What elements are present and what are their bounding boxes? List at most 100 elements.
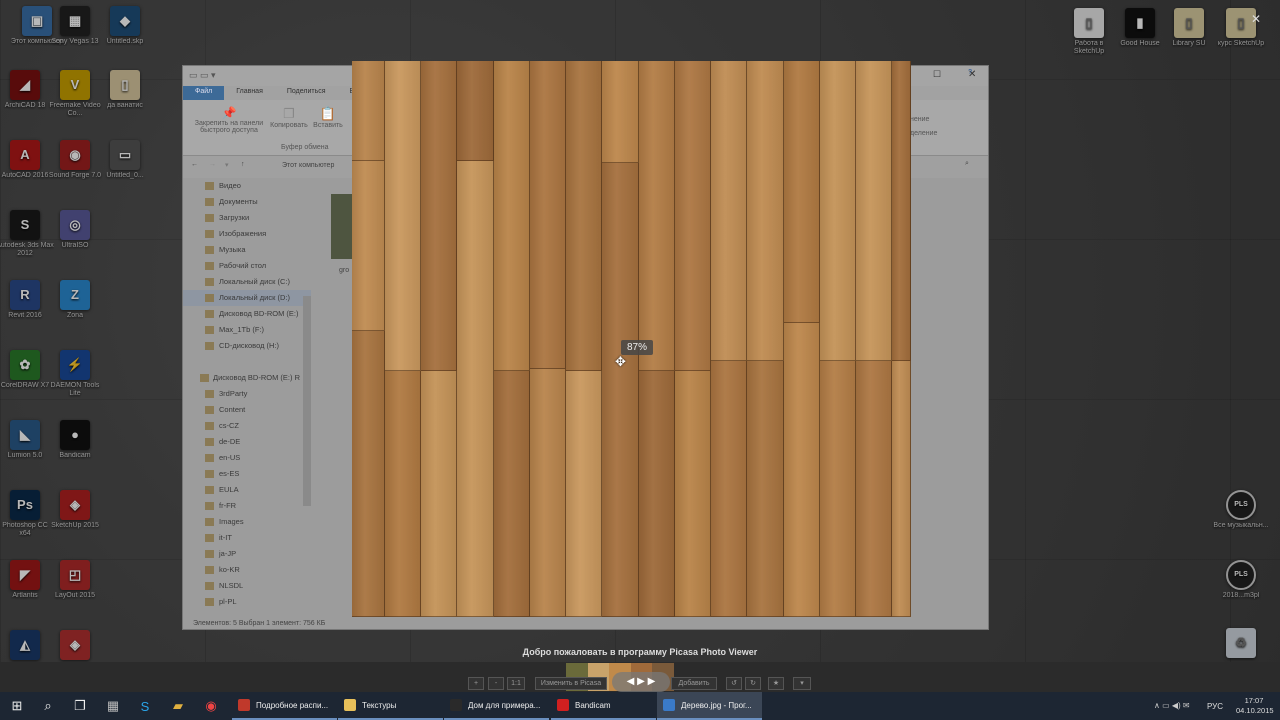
nav-item[interactable]: NLSDL (183, 578, 311, 594)
up-icon[interactable]: ↑ (241, 161, 245, 168)
ribbon-right-label-1: нение (910, 116, 930, 123)
folder-icon (205, 454, 214, 462)
nav-item-label: Images (219, 517, 244, 526)
nav-item[interactable]: fr-FR (183, 498, 311, 514)
nav-item[interactable] (183, 354, 311, 370)
app-icon (663, 699, 675, 711)
clock[interactable]: 17:07 04.10.2015 (1236, 696, 1274, 716)
rotate-right-button[interactable]: ↻ (745, 677, 761, 690)
nav-item[interactable]: Документы (183, 194, 311, 210)
more-options-button[interactable]: ▾ (793, 677, 811, 690)
skype-icon[interactable]: S (130, 692, 160, 720)
nav-item-label: ja-JP (219, 549, 237, 558)
tab-file[interactable]: Файл (183, 86, 225, 100)
maximize-icon[interactable]: ☐ (933, 69, 941, 80)
taskbar-app[interactable]: Дерево.jpg - Прог... (657, 692, 762, 720)
nav-item[interactable]: Дисковод BD-ROM (E:) (183, 306, 311, 322)
search-icon[interactable]: ⌕ (965, 160, 969, 168)
nav-item[interactable]: pl-PL (183, 594, 311, 610)
zoom-indicator: 87% (621, 340, 654, 355)
language-indicator[interactable]: РУС (1207, 702, 1223, 711)
calculator-icon[interactable]: ▦ (98, 692, 128, 720)
wood-plank (602, 61, 639, 163)
wood-plank (566, 61, 602, 371)
viewer-close-button[interactable]: ✕ (1251, 12, 1261, 26)
rotate-left-button[interactable]: ↺ (726, 677, 742, 690)
move-cursor-icon: ✥ (615, 354, 626, 369)
tray-icons[interactable]: ∧ ▭ ◀) ✉ (1154, 701, 1190, 710)
nav-item-label: CD-дисковод (H:) (219, 341, 280, 350)
clipboard-group-label: Буфер обмена (281, 144, 329, 151)
file-label[interactable]: gro (339, 267, 349, 274)
file-explorer-icon[interactable]: ▰ (163, 692, 193, 720)
nav-item-label: NLSDL (219, 581, 244, 590)
file-thumbnail[interactable] (331, 194, 353, 259)
play-slideshow-button[interactable]: ◀ ▶ ▶ (612, 672, 670, 692)
folder-icon (205, 246, 214, 254)
wood-plank (530, 369, 566, 617)
status-bar: Элементов: 5 Выбран 1 элемент: 756 КБ (193, 620, 326, 627)
start-icon[interactable]: ⊞ (2, 692, 32, 720)
chrome-icon[interactable]: ◉ (196, 692, 226, 720)
forward-icon[interactable]: → (209, 161, 216, 168)
wood-plank (494, 61, 530, 371)
ribbon-right-label-2: деление (910, 130, 938, 137)
nav-item[interactable]: Изображения (183, 226, 311, 242)
nav-item[interactable]: es-ES (183, 466, 311, 482)
nav-item[interactable]: Max_1Tb (F:) (183, 322, 311, 338)
nav-item[interactable]: Локальный диск (C:) (183, 274, 311, 290)
nav-scrollbar[interactable] (303, 296, 311, 506)
nav-item[interactable]: Images (183, 514, 311, 530)
nav-item-label: Загрузки (219, 213, 250, 222)
nav-item[interactable]: Видео (183, 178, 311, 194)
star-button[interactable]: ★ (768, 677, 784, 690)
nav-item[interactable]: EULA (183, 482, 311, 498)
tab-home[interactable]: Главная (224, 86, 275, 100)
pin-button[interactable]: 📌 Закрепить на панели быстрого доступа (189, 106, 269, 134)
nav-item[interactable]: en-US (183, 450, 311, 466)
nav-item[interactable]: ja-JP (183, 546, 311, 562)
nav-item[interactable]: Музыка (183, 242, 311, 258)
chevron-down-icon[interactable]: ▾ (225, 161, 229, 169)
nav-item[interactable]: Дисковод BD-ROM (E:) R (183, 370, 311, 386)
wood-texture-photo[interactable] (352, 61, 911, 617)
nav-item[interactable]: 3rdParty (183, 386, 311, 402)
task-view-icon[interactable]: ❐ (65, 692, 95, 720)
edit-in-picasa-button[interactable]: Изменить в Picasa (535, 677, 607, 690)
taskbar-app[interactable]: Дом для примера... (444, 692, 549, 720)
wood-plank (602, 163, 639, 617)
nav-item[interactable]: Рабочий стол (183, 258, 311, 274)
pin-label: Закрепить на панели быстрого доступа (194, 120, 264, 134)
wood-plank (385, 371, 421, 617)
taskbar-app-label: Bandicam (575, 700, 611, 710)
app-icon (557, 699, 569, 711)
nav-item[interactable]: Content (183, 402, 311, 418)
taskbar-app[interactable]: Подробное распи... (232, 692, 337, 720)
zoom-out-button[interactable]: - (488, 677, 504, 690)
tab-share[interactable]: Поделиться (275, 86, 338, 100)
address-path[interactable]: Этот компьютер (282, 162, 334, 169)
wood-plank (784, 323, 820, 617)
copy-button[interactable]: ❐ Копировать (269, 106, 309, 129)
folder-icon (205, 214, 214, 222)
zoom-in-button[interactable]: + (468, 677, 484, 690)
help-icon[interactable]: ? (956, 67, 984, 78)
nav-item[interactable]: Локальный диск (D:) (183, 290, 311, 306)
taskbar-app[interactable]: Текстуры (338, 692, 443, 720)
folder-icon (205, 550, 214, 558)
folder-icon (205, 390, 214, 398)
nav-item[interactable]: de-DE (183, 434, 311, 450)
search-icon[interactable]: ⌕ (33, 692, 63, 720)
taskbar-app[interactable]: Bandicam (551, 692, 656, 720)
nav-item[interactable]: it-IT (183, 530, 311, 546)
folder-icon (205, 566, 214, 574)
nav-item[interactable]: cs-CZ (183, 418, 311, 434)
nav-item[interactable]: Загрузки (183, 210, 311, 226)
nav-item[interactable]: ko-KR (183, 562, 311, 578)
back-icon[interactable]: ← (191, 161, 198, 168)
nav-item[interactable]: CD-дисковод (H:) (183, 338, 311, 354)
taskbar-app-label: Дерево.jpg - Прог... (681, 700, 752, 710)
actual-size-button[interactable]: 1:1 (507, 677, 525, 690)
add-button[interactable]: Добавить (671, 677, 717, 690)
paste-button[interactable]: 📋 Вставить (311, 106, 345, 129)
